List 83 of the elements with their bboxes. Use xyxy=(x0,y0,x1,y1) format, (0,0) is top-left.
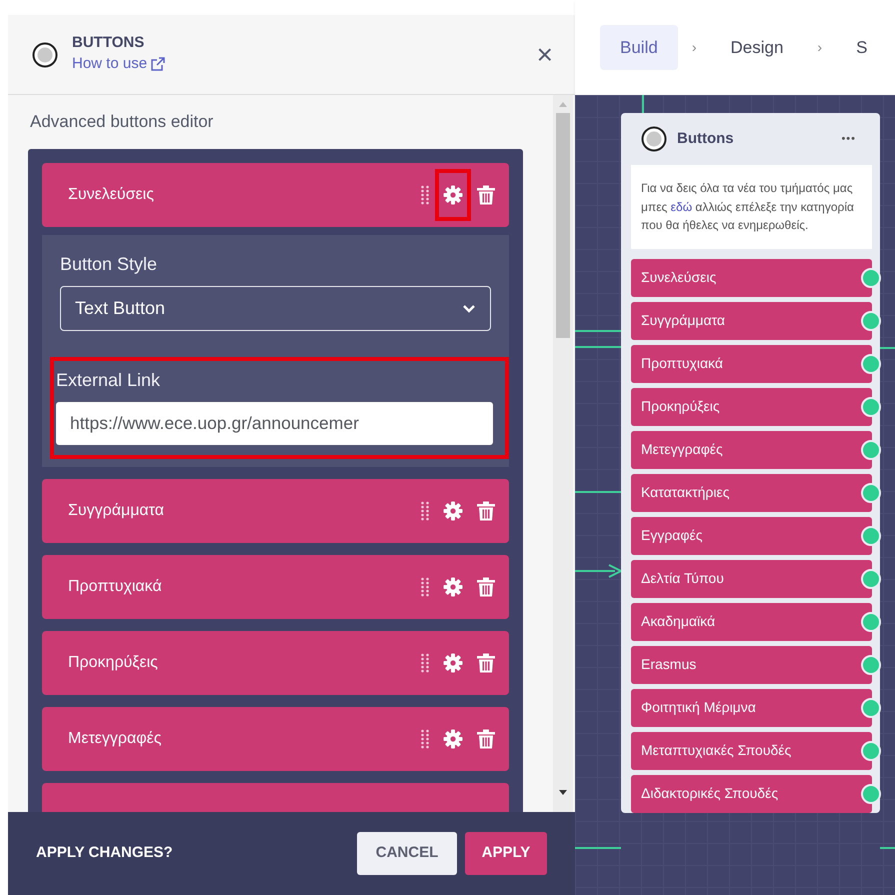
connector-dot[interactable] xyxy=(861,396,881,417)
drag-handle-icon[interactable] xyxy=(421,500,429,520)
delete-icon[interactable] xyxy=(477,576,495,596)
step-separator: › xyxy=(692,38,696,57)
more-menu[interactable]: ••• xyxy=(841,130,872,148)
field-label: Button Style xyxy=(60,252,158,276)
scrollbar-thumb[interactable] xyxy=(556,113,570,338)
connector-dot[interactable] xyxy=(861,740,881,761)
cancel-button[interactable]: CANCEL xyxy=(357,832,457,875)
link-input[interactable]: https://www.ece.uop.gr/announcemer xyxy=(56,402,493,444)
node-title: Buttons xyxy=(677,128,734,149)
button-label: Προπτυχιακά xyxy=(68,576,163,596)
node-button[interactable]: Συνελεύσεις xyxy=(641,267,716,288)
node-button[interactable]: Εγγραφές xyxy=(641,525,702,546)
settings-icon[interactable] xyxy=(443,184,463,204)
button-label: Προκηρύξεις xyxy=(68,652,159,672)
apply-button[interactable]: APPLY xyxy=(465,832,547,875)
button-row[interactable]: Μετεγγραφές xyxy=(42,706,509,770)
button-row[interactable]: Προπτυχιακά xyxy=(42,554,509,618)
connector-dot[interactable] xyxy=(861,310,881,331)
connector-line xyxy=(642,95,644,113)
step-tab[interactable]: Build xyxy=(600,24,678,70)
close-button[interactable]: × xyxy=(536,40,553,68)
field-label: External Link xyxy=(56,368,162,392)
settings-icon[interactable] xyxy=(443,728,463,748)
delete-icon[interactable] xyxy=(477,728,495,748)
connector-dot[interactable] xyxy=(861,482,881,503)
scroll-down-icon[interactable] xyxy=(558,788,568,796)
here-link[interactable]: εδώ xyxy=(670,200,692,214)
connector-dot[interactable] xyxy=(861,698,881,718)
connector-line xyxy=(575,491,621,493)
style-dropdown[interactable]: Text Button xyxy=(60,286,491,330)
step-separator: › xyxy=(817,38,822,57)
radio-circle-icon xyxy=(32,42,58,68)
connector-dot[interactable] xyxy=(861,526,881,546)
panel-title: BUTTONS xyxy=(72,34,146,52)
button-label: Συγγράμματα xyxy=(68,500,166,520)
scrollbar[interactable] xyxy=(553,95,573,812)
node-button[interactable]: Συγγράμματα xyxy=(641,310,726,332)
connector-line xyxy=(880,847,895,849)
drag-handle-icon[interactable] xyxy=(421,184,429,204)
settings-icon[interactable] xyxy=(443,500,463,520)
message-text: Για να δεις όλα τα νέα του τμήματός μας μπες εδώ αλλιώς επέλεξε την κατηγορία που θα ήθελες να ενημερωθείς. xyxy=(631,165,872,249)
radio-circle-icon xyxy=(641,126,667,152)
step-tab[interactable]: S xyxy=(836,24,888,70)
settings-icon[interactable] xyxy=(443,576,463,596)
node-button[interactable]: Ακαδημαϊκά xyxy=(641,611,716,632)
delete-icon[interactable] xyxy=(477,652,495,672)
connector-dot[interactable] xyxy=(861,440,881,460)
button-row[interactable]: Συγγράμματα xyxy=(42,478,509,542)
connector-dot[interactable] xyxy=(861,568,881,589)
connector-line xyxy=(575,847,621,849)
node-button[interactable]: Erasmus xyxy=(641,654,696,676)
connector-line xyxy=(575,330,621,332)
connector-line xyxy=(880,347,895,349)
node-button[interactable]: Προκηρύξεις xyxy=(641,396,720,418)
chevron-down-icon xyxy=(462,304,476,312)
button-label: Συνελεύσεις xyxy=(68,184,155,204)
settings-icon[interactable] xyxy=(443,652,463,672)
node-button[interactable]: Μετεγγραφές xyxy=(641,439,723,460)
delete-icon[interactable] xyxy=(477,184,495,204)
how-to-use-link[interactable]: How to use xyxy=(72,52,166,75)
node-button[interactable]: Δελτία Τύπου xyxy=(641,568,724,590)
buttons-node[interactable] xyxy=(621,113,880,813)
connector-dot[interactable] xyxy=(861,268,881,288)
external-link-icon xyxy=(151,56,166,71)
button-label: Μετεγγραφές xyxy=(68,728,162,748)
connector-arrow xyxy=(575,564,624,578)
drag-handle-icon[interactable] xyxy=(421,652,429,672)
editor-title: Advanced buttons editor xyxy=(30,111,214,133)
connector-dot[interactable] xyxy=(861,612,881,632)
apply-prompt: APPLY CHANGES? xyxy=(36,843,173,864)
drag-handle-icon[interactable] xyxy=(421,728,429,748)
delete-icon[interactable] xyxy=(477,500,495,520)
drag-handle-icon[interactable] xyxy=(421,576,429,596)
connector-dot[interactable] xyxy=(861,784,881,804)
node-button[interactable]: Προπτυχιακά xyxy=(641,353,723,374)
step-tab[interactable]: Design xyxy=(710,24,804,70)
connector-line xyxy=(575,346,621,348)
connector-dot[interactable] xyxy=(861,354,881,374)
button-row[interactable]: Προκηρύξεις xyxy=(42,630,509,694)
connector-dot[interactable] xyxy=(861,654,881,675)
button-row[interactable]: Συνελεύσεις xyxy=(42,162,509,226)
